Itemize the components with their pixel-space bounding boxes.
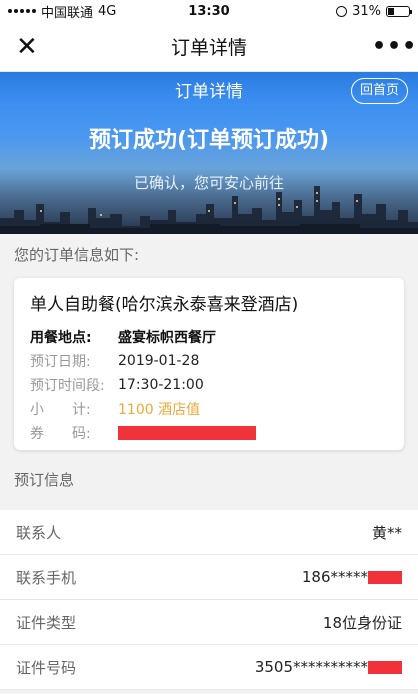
home-button[interactable]: 回首页 xyxy=(350,78,408,104)
order-row-time: 预订时间段: 17:30-21:00 xyxy=(30,373,388,397)
more-icon[interactable]: ••• xyxy=(372,34,416,59)
battery-percent: 31% xyxy=(352,3,381,19)
id-type-label: 证件类型 xyxy=(16,613,77,632)
id-number-value-wrap: 3505********** xyxy=(255,658,402,676)
contact-name-value: 黄** xyxy=(371,523,402,542)
hero-banner: 订单详情 回首页 预订成功(订单预订成功) 已确认，您可安心前往 xyxy=(0,72,418,234)
orientation-lock-icon xyxy=(336,5,348,17)
date-label: 预订日期: xyxy=(30,354,91,370)
order-row-venue: 用餐地点: 盛宴标帜西餐厅 xyxy=(30,325,388,349)
id-type-row: 证件类型 18位身份证 xyxy=(0,600,418,645)
id-type-value: 18位身份证 xyxy=(322,613,402,632)
clock: 13:30 xyxy=(188,3,230,19)
booking-info-list: 联系人 黄** 联系手机 186***** 证件类型 18位身份证 证件号码 3… xyxy=(0,510,418,690)
network-type: 4G xyxy=(98,3,117,19)
close-icon[interactable]: ✕ xyxy=(16,34,46,60)
venue-value: 盛宴标帜西餐厅 xyxy=(118,330,216,346)
order-card: 单人自助餐(哈尔滨永泰喜来登酒店) 用餐地点: 盛宴标帜西餐厅 预订日期: 20… xyxy=(14,278,404,450)
hero-bar-title: 订单详情 xyxy=(175,81,243,102)
contact-phone-row: 联系手机 186***** xyxy=(0,555,418,600)
voucher-label: 券 码: xyxy=(30,426,91,442)
contact-phone-value-wrap: 186***** xyxy=(302,568,402,586)
venue-label: 用餐地点: xyxy=(30,330,92,346)
nav-bar: ✕ 订单详情 ••• xyxy=(0,22,418,72)
contact-name-label: 联系人 xyxy=(16,523,62,542)
status-bar: 中国联通 4G 13:30 31% xyxy=(0,0,418,22)
date-value: 2019-01-28 xyxy=(118,353,200,369)
success-title: 预订成功(订单预订成功) xyxy=(88,128,330,153)
booking-section-label: 预订信息 xyxy=(14,471,75,489)
subtotal-label: 小 计: xyxy=(30,402,91,418)
page-title: 订单详情 xyxy=(170,37,247,59)
subtotal-value: 1100 酒店值 xyxy=(118,402,201,418)
id-number-row: 证件号码 3505********** xyxy=(0,645,418,690)
id-number-value: 3505********** xyxy=(254,658,368,676)
signal-icon xyxy=(8,9,36,13)
voucher-redaction xyxy=(118,426,256,440)
contact-name-row: 联系人 黄** xyxy=(0,510,418,555)
order-section-label: 您的订单信息如下: xyxy=(14,246,140,264)
contact-phone-value: 186***** xyxy=(301,568,368,586)
battery-icon xyxy=(386,5,412,17)
time-value: 17:30-21:00 xyxy=(118,377,204,393)
city-skyline-image xyxy=(0,186,418,234)
id-redaction xyxy=(368,660,402,674)
phone-redaction xyxy=(368,570,402,584)
contact-phone-label: 联系手机 xyxy=(16,568,77,587)
order-row-voucher: 券 码: xyxy=(30,421,388,445)
time-label: 预订时间段: xyxy=(30,378,105,394)
id-number-label: 证件号码 xyxy=(16,658,77,677)
order-row-date: 预订日期: 2019-01-28 xyxy=(30,349,388,373)
order-row-subtotal: 小 计: 1100 酒店值 xyxy=(30,397,388,421)
order-title: 单人自助餐(哈尔滨永泰喜来登酒店) xyxy=(30,295,299,315)
carrier: 中国联通 xyxy=(41,5,94,21)
